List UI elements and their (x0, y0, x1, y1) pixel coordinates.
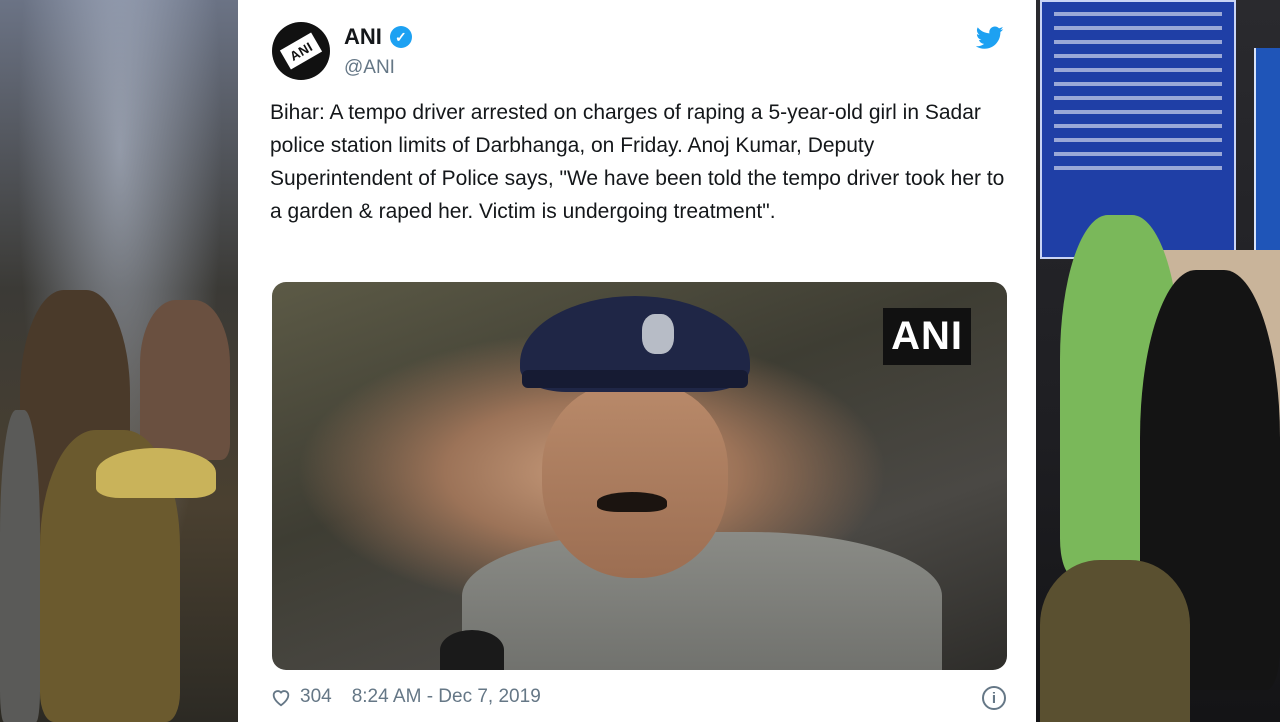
media-cap-emblem (642, 314, 674, 354)
author-name[interactable]: ANI ✓ (344, 24, 412, 50)
tweet-text: Bihar: A tempo driver arrested on charge… (270, 101, 1005, 223)
author-name-text[interactable]: ANI (344, 24, 382, 50)
tweet-media-image[interactable]: ANI (272, 282, 1007, 670)
twitter-bird-icon[interactable] (976, 26, 1004, 50)
media-cap-band (522, 370, 748, 388)
tweet-card[interactable]: ANI ANI ✓ @ANI Bihar: A tempo driver arr… (238, 0, 1036, 722)
media-microphone (440, 630, 504, 670)
media-officer-moustache (597, 492, 667, 512)
avatar-logo: ANI (279, 32, 323, 70)
info-icon[interactable]: i (982, 686, 1006, 710)
author-avatar[interactable]: ANI (272, 22, 330, 80)
author-handle[interactable]: @ANI (344, 57, 395, 79)
tweet-timestamp[interactable]: 8:24 AM - Dec 7, 2019 (352, 686, 541, 708)
background-person (0, 410, 40, 722)
background-person (140, 300, 230, 460)
background-person (1040, 560, 1190, 722)
verified-badge-icon: ✓ (389, 26, 412, 48)
background-cap (96, 448, 216, 498)
media-watermark: ANI (883, 308, 971, 365)
background-photo-left (0, 0, 240, 722)
like-count[interactable]: 304 (300, 686, 332, 708)
media-officer-face (542, 382, 728, 578)
tweet-footer: 304 8:24 AM - Dec 7, 2019 (270, 686, 541, 708)
heart-icon[interactable] (270, 686, 292, 708)
media-officer-coat (462, 532, 942, 670)
